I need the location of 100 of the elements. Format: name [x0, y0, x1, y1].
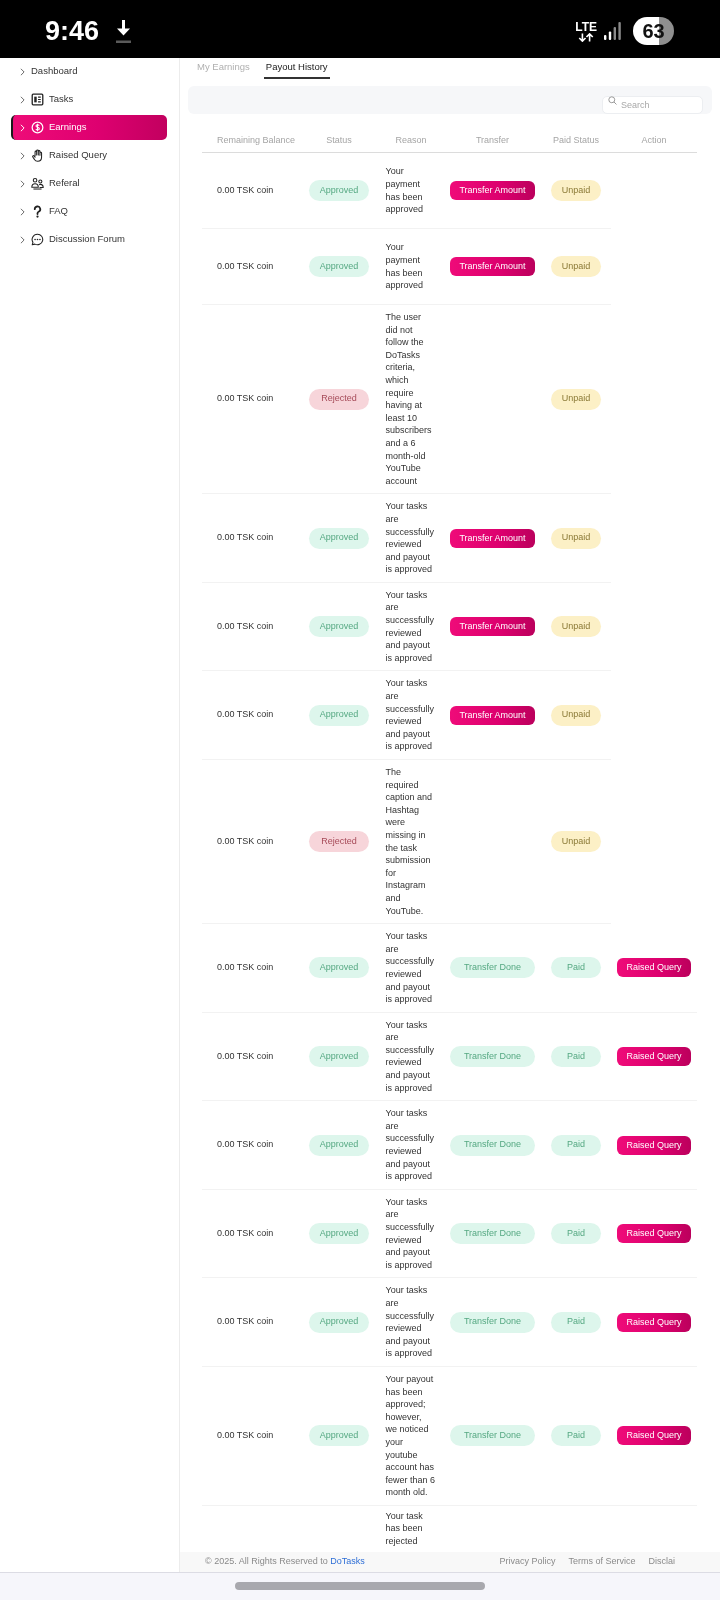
paid-status-badge: Paid: [551, 1311, 601, 1333]
search-field[interactable]: Search: [602, 96, 703, 114]
paid-status-badge: Unpaid: [551, 256, 601, 277]
network-type: LTE: [575, 20, 597, 33]
reason-text: Your tasks are successfully reviewed and payout is approved: [385, 1018, 435, 1095]
balance-text: 0.00 TSK coin: [217, 392, 274, 406]
query-button[interactable]: Raised Query: [617, 1426, 691, 1446]
sidebar-item[interactable]: Referal: [11, 171, 167, 196]
transfer-status-badge: Transfer Done: [450, 1223, 535, 1245]
sidebar-item[interactable]: Raised Query: [11, 143, 167, 168]
paid-status-badge: Unpaid: [551, 180, 601, 201]
reason-text: Your tasks are successfully reviewed and payout is approved: [385, 930, 435, 1006]
reason-text: Your payout has been approved; however, we noticed your youtube account has fewer than 6 month old.: [385, 1372, 436, 1499]
sidebar-item[interactable]: Tasks: [11, 87, 167, 112]
balance-text: 0.00 TSK coin: [217, 531, 274, 545]
transfer-button[interactable]: Transfer Amount: [449, 705, 536, 725]
reason-text: Your task has been rejected: [385, 1509, 424, 1548]
balance-text: 0.00 TSK coin: [217, 708, 274, 722]
chevron-right-icon: [20, 179, 25, 188]
reason-text: Your tasks are successfully reviewed and payout is approved: [385, 1195, 435, 1272]
tab[interactable]: Payout History: [263, 60, 330, 79]
status-badge: Rejected: [309, 388, 369, 410]
balance-text: 0.00 TSK coin: [217, 1429, 274, 1443]
balance-text: 0.00 TSK coin: [217, 1315, 274, 1329]
transfer-status-badge: Transfer Done: [450, 1425, 535, 1447]
status-badge: Approved: [309, 1223, 369, 1245]
paid-status-badge: Paid: [551, 957, 601, 979]
footer-link[interactable]: Privacy Policy: [499, 1555, 556, 1569]
status-badge: Approved: [309, 180, 369, 201]
chevron-right-icon: [20, 235, 25, 244]
column-header: Status: [300, 114, 378, 153]
balance-text: 0.00 TSK coin: [217, 1049, 274, 1063]
status-badge: Approved: [309, 1045, 369, 1067]
paid-status-badge: Paid: [551, 1425, 601, 1447]
data-arrows-icon: [577, 32, 596, 42]
download-icon: [115, 18, 133, 44]
transfer-button[interactable]: Transfer Amount: [449, 528, 536, 548]
dollar-circle-icon: [31, 121, 44, 134]
battery-indicator: 63: [633, 17, 674, 45]
question-mark-icon: [31, 205, 44, 218]
query-button[interactable]: Raised Query: [617, 1224, 691, 1244]
home-indicator[interactable]: [235, 1582, 485, 1590]
column-header: Paid Status: [541, 114, 611, 153]
hand-icon: [31, 149, 44, 162]
transfer-button[interactable]: Transfer Amount: [449, 181, 536, 200]
chevron-right-icon: [20, 67, 25, 76]
signal-icon: [604, 22, 621, 40]
sidebar-item[interactable]: Dashboard: [11, 59, 167, 84]
search-icon: [608, 95, 617, 105]
status-badge: Approved: [309, 1311, 369, 1333]
balance-text: 0.00 TSK coin: [217, 183, 274, 197]
paid-status-badge: Unpaid: [551, 388, 601, 410]
document-list-icon: [31, 93, 44, 106]
status-badge: Approved: [309, 1134, 369, 1156]
reason-text: The required caption and Hashtag were missing in the task submission for Instagram and YouTube.: [385, 766, 434, 918]
status-badge: Approved: [309, 957, 369, 979]
status-badge: Approved: [309, 616, 369, 638]
chat-bubble-icon: [31, 233, 44, 246]
reason-text: Your payment has been approved: [385, 241, 425, 292]
reason-text: Your tasks are successfully reviewed and payout is approved: [385, 1284, 435, 1360]
column-header: Reason: [378, 114, 444, 153]
transfer-button[interactable]: Transfer Amount: [449, 617, 536, 637]
reason-text: Your tasks are successfully reviewed and payout is approved: [385, 500, 435, 576]
query-button[interactable]: Raised Query: [617, 1046, 691, 1066]
sidebar-item[interactable]: Earnings: [11, 115, 167, 140]
paid-status-badge: Paid: [551, 1045, 601, 1067]
sidebar-item[interactable]: Discussion Forum: [11, 227, 167, 252]
status-badge: Approved: [309, 256, 369, 277]
column-header: Action: [611, 114, 697, 153]
transfer-status-badge: Transfer Done: [450, 1045, 535, 1067]
paid-status-badge: Unpaid: [551, 616, 601, 638]
reason-text: Your tasks are successfully reviewed and payout is approved: [385, 588, 435, 665]
column-header: Remaining Balance: [202, 114, 300, 153]
balance-text: 0.00 TSK coin: [217, 834, 274, 848]
query-button[interactable]: Raised Query: [617, 1135, 691, 1155]
reason-text: Your tasks are successfully reviewed and payout is approved: [385, 677, 435, 753]
paid-status-badge: Unpaid: [551, 527, 601, 549]
paid-status-badge: Unpaid: [551, 831, 601, 853]
reason-text: The user did not follow the DoTasks criteria, which require having at least 10 subscribers and a 6 month-old YouTube account: [385, 311, 433, 488]
status-badge: Approved: [309, 527, 369, 549]
footer-link[interactable]: Disclai: [648, 1555, 675, 1569]
reason-text: Your payment has been approved: [385, 165, 425, 216]
paid-status-badge: Paid: [551, 1134, 601, 1156]
column-header: Transfer: [444, 114, 541, 153]
chevron-right-icon: [20, 151, 25, 160]
paid-status-badge: Paid: [551, 1223, 601, 1245]
sidebar-item[interactable]: FAQ: [11, 199, 167, 224]
transfer-status-badge: Transfer Done: [450, 1134, 535, 1156]
query-button[interactable]: Raised Query: [617, 958, 691, 978]
footer-link[interactable]: DoTasks: [330, 1556, 365, 1567]
copyright-text: © 2025. All Rights Reserved to DoTasks: [205, 1555, 365, 1569]
transfer-button[interactable]: Transfer Amount: [449, 257, 536, 276]
chevron-right-icon: [20, 95, 25, 104]
query-button[interactable]: Raised Query: [617, 1312, 691, 1332]
transfer-status-badge: Transfer Done: [450, 957, 535, 979]
balance-text: 0.00 TSK coin: [217, 1138, 274, 1152]
chevron-right-icon: [20, 123, 25, 132]
clock-time: 9:46: [45, 17, 100, 45]
status-badge: Approved: [309, 1425, 369, 1447]
footer-link[interactable]: Terms of Service: [568, 1555, 636, 1569]
